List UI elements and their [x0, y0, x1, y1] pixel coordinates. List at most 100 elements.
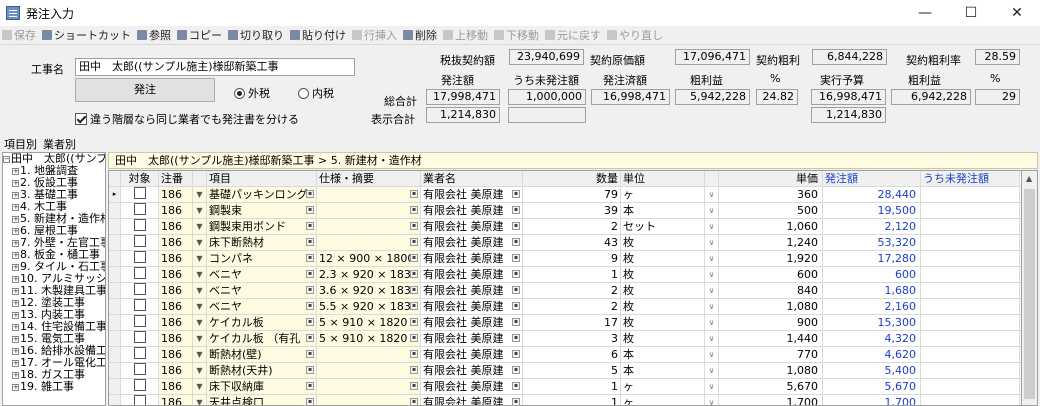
spec-cell[interactable]: ▪: [317, 363, 421, 378]
unit-dropdown-icon[interactable]: ∨: [705, 283, 719, 298]
unit-cell[interactable]: ヶ: [621, 379, 705, 394]
table-row[interactable]: 186 ▼ 床下断熱材 ▪ ▪ 有限会社 美原建 ▪ 43 枚 ∨ 1,240 53,320: [109, 235, 1021, 251]
unit-price-cell[interactable]: 1,240: [719, 235, 823, 250]
vendor-cell[interactable]: 有限会社 美原建 ▪: [421, 187, 523, 202]
table-row[interactable]: 186 ▼ 断熱材(天井) ▪ ▪ 有限会社 美原建 ▪ 5 本 ∨ 1,080 5,400: [109, 363, 1021, 379]
toolbar-button-cut[interactable]: 切り取り: [228, 27, 284, 43]
expand-icon[interactable]: +: [12, 287, 19, 295]
lookup-icon[interactable]: ▪: [512, 286, 520, 294]
lookup-icon[interactable]: ▪: [512, 270, 520, 278]
spec-cell[interactable]: ▪: [317, 379, 421, 394]
row-checkbox-cell[interactable]: [121, 235, 159, 250]
toolbar-button-reference[interactable]: 参照: [137, 27, 171, 43]
quantity-cell[interactable]: 43: [523, 235, 621, 250]
vendor-cell[interactable]: 有限会社 美原建 ▪: [421, 347, 523, 362]
vendor-cell[interactable]: 有限会社 美原建 ▪: [421, 299, 523, 314]
lookup-icon[interactable]: ▪: [410, 238, 418, 246]
separate-orders-checkbox[interactable]: 違う階層なら同じ業者でも発注書を分ける: [75, 111, 299, 127]
expand-icon[interactable]: +: [12, 179, 19, 187]
spec-cell[interactable]: ▪: [317, 347, 421, 362]
vendor-cell[interactable]: 有限会社 美原建 ▪: [421, 251, 523, 266]
expand-icon[interactable]: +: [12, 215, 19, 223]
order-number-cell[interactable]: 186: [159, 251, 193, 266]
quantity-cell[interactable]: 9: [523, 251, 621, 266]
target-checkbox[interactable]: [133, 203, 146, 215]
unit-price-cell[interactable]: 360: [719, 187, 823, 202]
lookup-icon[interactable]: ▪: [410, 206, 418, 214]
toolbar-button-save[interactable]: 保存: [2, 27, 36, 43]
unit-price-cell[interactable]: 1,080: [719, 363, 823, 378]
unit-price-cell[interactable]: 1,060: [719, 219, 823, 234]
row-checkbox-cell[interactable]: [121, 347, 159, 362]
category-tree[interactable]: −田中 太郎((サンプル+1. 地盤調査+2. 仮設工事+3. 基礎工事+4. …: [2, 152, 106, 406]
order-number-cell[interactable]: 186: [159, 379, 193, 394]
spec-cell[interactable]: ▪: [317, 219, 421, 234]
unit-dropdown-icon[interactable]: ∨: [705, 395, 719, 405]
target-checkbox[interactable]: [133, 267, 146, 279]
order-number-dropdown-icon[interactable]: ▼: [193, 395, 207, 405]
row-checkbox-cell[interactable]: [121, 395, 159, 405]
toolbar-button-move-down[interactable]: 下移動: [494, 27, 539, 43]
spec-cell[interactable]: 12 × 900 × 1800 ▪: [317, 251, 421, 266]
unit-cell[interactable]: 枚: [621, 251, 705, 266]
expand-icon[interactable]: +: [12, 299, 19, 307]
target-checkbox[interactable]: [133, 251, 146, 263]
target-checkbox[interactable]: [133, 187, 146, 199]
expand-icon[interactable]: +: [12, 203, 19, 211]
order-number-cell[interactable]: 186: [159, 187, 193, 202]
unit-dropdown-icon[interactable]: ∨: [705, 235, 719, 250]
order-number-cell[interactable]: 186: [159, 363, 193, 378]
lookup-icon[interactable]: ▪: [306, 318, 314, 326]
order-number-dropdown-icon[interactable]: ▼: [193, 283, 207, 298]
unit-cell[interactable]: 枚: [621, 315, 705, 330]
quantity-cell[interactable]: 1: [523, 379, 621, 394]
expand-icon[interactable]: +: [12, 251, 19, 259]
unit-cell[interactable]: 枚: [621, 299, 705, 314]
order-number-dropdown-icon[interactable]: ▼: [193, 267, 207, 282]
item-cell[interactable]: ベニヤ ▪: [207, 299, 317, 314]
spec-cell[interactable]: ▪: [317, 187, 421, 202]
lookup-icon[interactable]: ▪: [512, 206, 520, 214]
table-row[interactable]: 186 ▼ ケイカル板 ▪ 5 × 910 × 1820 ▪ 有限会社 美原建 ▪ 17 枚 ∨ 90…: [109, 315, 1021, 331]
vendor-cell[interactable]: 有限会社 美原建 ▪: [421, 331, 523, 346]
item-cell[interactable]: コンパネ ▪: [207, 251, 317, 266]
target-checkbox[interactable]: [133, 283, 146, 295]
order-number-dropdown-icon[interactable]: ▼: [193, 203, 207, 218]
unit-price-cell[interactable]: 840: [719, 283, 823, 298]
lookup-icon[interactable]: ▪: [410, 254, 418, 262]
row-checkbox-cell[interactable]: [121, 267, 159, 282]
unit-dropdown-icon[interactable]: ∨: [705, 379, 719, 394]
quantity-cell[interactable]: 39: [523, 203, 621, 218]
expand-icon[interactable]: +: [12, 239, 19, 247]
item-cell[interactable]: ベニヤ ▪: [207, 267, 317, 282]
order-number-dropdown-icon[interactable]: ▼: [193, 363, 207, 378]
order-number-cell[interactable]: 186: [159, 235, 193, 250]
row-checkbox-cell[interactable]: [121, 283, 159, 298]
spec-cell[interactable]: ▪: [317, 235, 421, 250]
order-number-dropdown-icon[interactable]: ▼: [193, 219, 207, 234]
order-number-dropdown-icon[interactable]: ▼: [193, 187, 207, 202]
lookup-icon[interactable]: ▪: [306, 334, 314, 342]
vendor-cell[interactable]: 有限会社 美原建 ▪: [421, 283, 523, 298]
target-checkbox[interactable]: [133, 235, 146, 247]
tree-node[interactable]: +19. 雑工事: [3, 381, 105, 393]
table-row[interactable]: ▸ 186 ▼ 基礎パッキンロング ▪ ▪ 有限会社 美原建 ▪ 79 ヶ ∨ 360 28,440: [109, 187, 1021, 203]
order-number-dropdown-icon[interactable]: ▼: [193, 315, 207, 330]
spec-cell[interactable]: 3.6 × 920 × 1830 ▪: [317, 283, 421, 298]
lookup-icon[interactable]: ▪: [410, 382, 418, 390]
spec-cell[interactable]: ▪: [317, 203, 421, 218]
quantity-cell[interactable]: 1: [523, 395, 621, 405]
project-name-field[interactable]: 田中 太郎((サンプル施主)様邸新築工事: [75, 58, 355, 76]
vendor-cell[interactable]: 有限会社 美原建 ▪: [421, 315, 523, 330]
order-number-cell[interactable]: 186: [159, 283, 193, 298]
quantity-cell[interactable]: 17: [523, 315, 621, 330]
table-row[interactable]: 186 ▼ コンパネ ▪ 12 × 900 × 1800 ▪ 有限会社 美原建 ▪ 9 枚 ∨ 1,9…: [109, 251, 1021, 267]
toolbar-button-redo[interactable]: やり直し: [607, 27, 663, 43]
item-cell[interactable]: 基礎パッキンロング ▪: [207, 187, 317, 202]
lookup-icon[interactable]: ▪: [306, 382, 314, 390]
target-checkbox[interactable]: [133, 395, 146, 405]
table-row[interactable]: 186 ▼ ベニヤ ▪ 3.6 × 920 × 1830 ▪ 有限会社 美原建 ▪ 2 枚 ∨ 840…: [109, 283, 1021, 299]
vendor-cell[interactable]: 有限会社 美原建 ▪: [421, 395, 523, 405]
lookup-icon[interactable]: ▪: [410, 222, 418, 230]
spec-cell[interactable]: 5 × 910 × 1820 ▪: [317, 331, 421, 346]
